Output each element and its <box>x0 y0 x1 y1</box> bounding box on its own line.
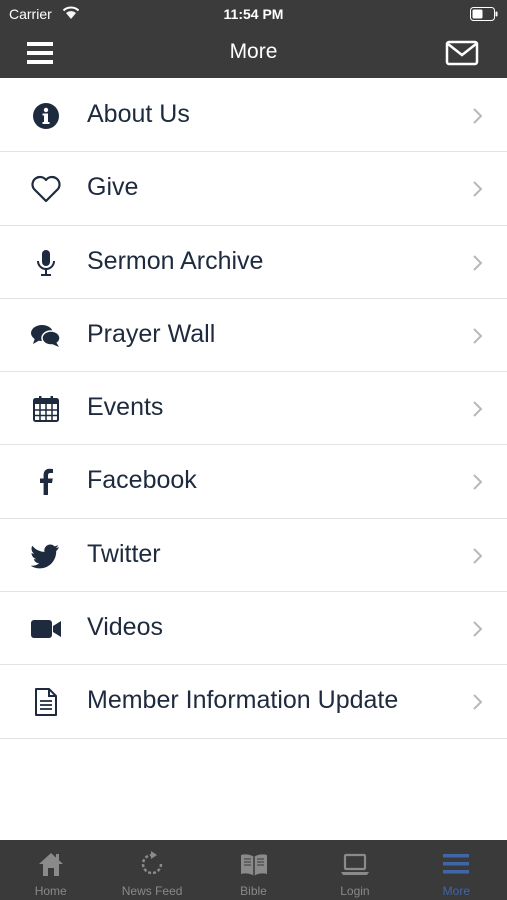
status-time: 11:54 PM <box>223 6 284 22</box>
menu-item-prayer-wall[interactable]: Prayer Wall <box>0 299 507 373</box>
hamburger-menu-button[interactable] <box>24 38 56 68</box>
menu-item-twitter[interactable]: Twitter <box>0 519 507 593</box>
menu-item-label: Events <box>87 393 164 422</box>
document-icon <box>29 687 63 717</box>
menu-item-label: Facebook <box>87 466 197 495</box>
menu-item-about-us[interactable]: About Us <box>0 79 507 153</box>
top-bar: Carrier 11:54 PM More <box>0 0 507 78</box>
home-icon <box>38 853 63 876</box>
twitter-icon <box>29 541 63 571</box>
menu-item-label: Twitter <box>87 539 161 568</box>
facebook-icon <box>29 467 63 497</box>
laptop-icon <box>340 853 369 875</box>
page-title: More <box>229 40 278 63</box>
menu-item-videos[interactable]: Videos <box>0 592 507 666</box>
chevron-right-icon <box>473 108 483 124</box>
chat-bubbles-icon <box>29 321 63 351</box>
menu-item-sermon-archive[interactable]: Sermon Archive <box>0 226 507 299</box>
menu-item-label: About Us <box>87 100 190 128</box>
tab-bible[interactable]: Bible <box>203 840 304 900</box>
info-icon <box>29 101 63 131</box>
menu-item-label: Videos <box>87 613 163 642</box>
menu-item-give[interactable]: Give <box>0 152 507 226</box>
tab-bar: Home News Feed Bible Login More <box>0 840 507 900</box>
more-menu-list: About Us Give Sermon Archive Prayer Wall… <box>0 79 507 739</box>
tab-label: Bible <box>240 884 267 898</box>
video-camera-icon <box>29 614 63 644</box>
menu-item-label: Sermon Archive <box>87 246 264 275</box>
chevron-right-icon <box>473 181 483 198</box>
tab-label: Home <box>34 884 67 898</box>
menu-icon <box>443 854 470 874</box>
chevron-right-icon <box>473 621 483 637</box>
status-bar: Carrier 11:54 PM <box>0 0 507 28</box>
tab-news-feed[interactable]: News Feed <box>101 840 202 900</box>
menu-item-events[interactable]: Events <box>0 372 507 446</box>
menu-item-label: Give <box>87 173 139 202</box>
menu-item-facebook[interactable]: Facebook <box>0 445 507 519</box>
chevron-right-icon <box>473 694 483 711</box>
refresh-icon <box>141 851 163 875</box>
tab-label: More <box>442 884 470 898</box>
tab-login[interactable]: Login <box>304 840 405 900</box>
nav-bar: More <box>0 28 507 78</box>
book-icon <box>240 854 267 876</box>
chevron-right-icon <box>473 254 483 271</box>
microphone-icon <box>29 248 63 278</box>
chevron-right-icon <box>473 474 483 491</box>
chevron-right-icon <box>473 548 483 564</box>
chevron-right-icon <box>473 401 483 417</box>
tab-home[interactable]: Home <box>0 840 101 900</box>
tab-more[interactable]: More <box>406 840 507 900</box>
mail-button[interactable] <box>445 38 479 68</box>
menu-item-label: Member Information Update <box>87 686 399 715</box>
calendar-icon <box>29 394 63 424</box>
chevron-right-icon <box>473 328 483 344</box>
tab-label: Login <box>340 884 370 898</box>
tab-label: News Feed <box>121 884 183 898</box>
menu-item-member-information-update[interactable]: Member Information Update <box>0 665 507 739</box>
menu-item-label: Prayer Wall <box>87 319 216 348</box>
battery-icon <box>470 7 498 24</box>
heart-icon <box>29 174 63 204</box>
